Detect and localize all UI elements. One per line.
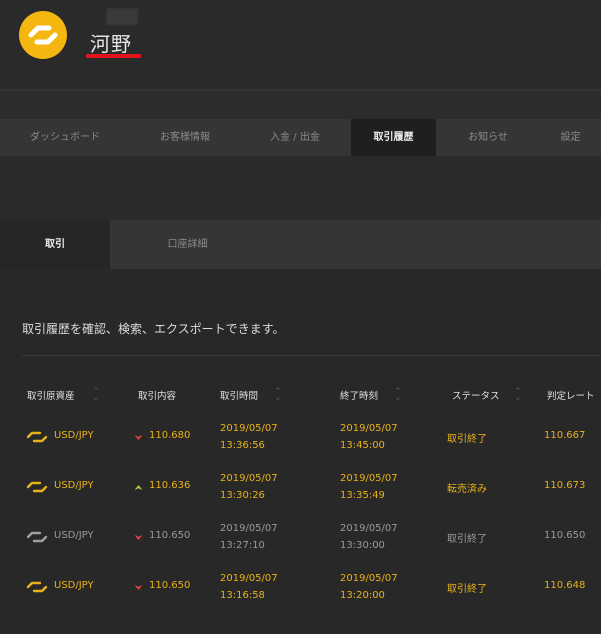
arrow-down-icon	[134, 585, 143, 590]
row-end-date: 2019/05/07	[340, 423, 398, 434]
user-name-underline	[86, 54, 141, 58]
row-trade-time: 2019/05/07 13:36:56	[220, 420, 278, 454]
currency-swap-icon	[26, 431, 48, 443]
row-trade-time: 2019/05/07 13:16:58	[220, 570, 278, 604]
tab-deposit-withdraw[interactable]: 入金 / 出金	[240, 119, 350, 156]
tab-customer-info[interactable]: お客様情報	[130, 119, 240, 156]
brand-logo-icon[interactable]	[19, 11, 67, 59]
row-end-time: 2019/05/07 13:30:00	[340, 520, 398, 554]
table-row[interactable]: USD/JPY 110.680 2019/05/07 13:36:56 2019/05/…	[0, 420, 601, 470]
sort-asset-icon[interactable]: ⌃ ⌄	[92, 388, 100, 403]
row-trade-clock: 13:30:26	[220, 490, 265, 501]
row-trade-date: 2019/05/07	[220, 423, 278, 434]
tab-settings[interactable]: 設定	[540, 119, 601, 156]
row-status: 取引終了	[447, 584, 487, 595]
content-divider	[22, 355, 601, 356]
col-header-asset[interactable]: 取引原資産	[27, 388, 75, 402]
currency-swap-icon	[26, 481, 48, 493]
row-trade-time: 2019/05/07 13:27:10	[220, 520, 278, 554]
table-row[interactable]: USD/JPY 110.650 2019/05/07 13:27:10 2019/05/…	[0, 520, 601, 570]
currency-swap-icon	[26, 531, 48, 543]
page-description: 取引履歴を確認、検索、エクスポートできます。	[22, 322, 285, 336]
arrow-up-icon	[134, 485, 143, 490]
row-asset: USD/JPY	[54, 480, 94, 491]
row-judge-rate: 110.673	[544, 480, 586, 491]
row-trade-clock: 13:27:10	[220, 540, 265, 551]
row-end-time: 2019/05/07 13:20:00	[340, 570, 398, 604]
col-header-trade-content: 取引内容	[138, 391, 177, 402]
row-judge-rate: 110.648	[544, 580, 586, 591]
row-status: 取引終了	[447, 434, 487, 445]
sub-nav: 取引 口座詳細	[0, 220, 601, 269]
row-judge-rate: 110.650	[544, 530, 586, 541]
row-end-date: 2019/05/07	[340, 573, 398, 584]
tab-dashboard[interactable]: ダッシュボード	[0, 119, 130, 156]
subtab-trades[interactable]: 取引	[0, 220, 110, 269]
arrow-down-icon	[134, 435, 143, 440]
row-trade-date: 2019/05/07	[220, 573, 278, 584]
row-status: 転売済み	[447, 484, 487, 495]
col-header-status[interactable]: ステータス	[452, 388, 500, 402]
header: 河野	[0, 0, 601, 88]
sort-status-icon[interactable]: ⌃ ⌄	[514, 388, 522, 403]
row-trade-date: 2019/05/07	[220, 473, 278, 484]
row-rate: 110.650	[149, 580, 191, 591]
col-header-trade-time[interactable]: 取引時間	[220, 388, 258, 402]
row-asset: USD/JPY	[54, 430, 94, 441]
row-trade-date: 2019/05/07	[220, 523, 278, 534]
sort-end-time-icon[interactable]: ⌃ ⌄	[394, 388, 402, 403]
row-end-clock: 13:20:00	[340, 590, 385, 601]
row-trade-time: 2019/05/07 13:30:26	[220, 470, 278, 504]
row-end-time: 2019/05/07 13:45:00	[340, 420, 398, 454]
row-asset: USD/JPY	[54, 580, 94, 591]
row-end-clock: 13:45:00	[340, 440, 385, 451]
header-divider	[0, 90, 601, 91]
main-nav: ダッシュボード お客様情報 入金 / 出金 取引履歴 お知らせ 設定	[0, 119, 601, 156]
tab-notices[interactable]: お知らせ	[436, 119, 540, 156]
row-end-clock: 13:35:49	[340, 490, 385, 501]
col-header-judge-rate: 判定レート	[547, 391, 595, 402]
row-rate: 110.636	[149, 480, 191, 491]
row-end-clock: 13:30:00	[340, 540, 385, 551]
row-end-time: 2019/05/07 13:35:49	[340, 470, 398, 504]
nav-band	[0, 156, 601, 220]
arrow-down-icon	[134, 535, 143, 540]
table-row[interactable]: USD/JPY 110.650 2019/05/07 13:16:58 2019/05/…	[0, 570, 601, 620]
row-judge-rate: 110.667	[544, 430, 586, 441]
subtab-account-details[interactable]: 口座詳細	[110, 220, 265, 269]
tab-trade-history[interactable]: 取引履歴	[351, 119, 436, 156]
currency-swap-icon	[26, 581, 48, 593]
row-trade-clock: 13:16:58	[220, 590, 265, 601]
row-trade-clock: 13:36:56	[220, 440, 265, 451]
row-status: 取引終了	[447, 534, 487, 545]
row-end-date: 2019/05/07	[340, 473, 398, 484]
user-name: 河野	[90, 32, 132, 56]
blurred-account-id	[106, 8, 138, 25]
sort-trade-time-icon[interactable]: ⌃ ⌄	[274, 388, 282, 403]
table-row[interactable]: USD/JPY 110.636 2019/05/07 13:30:26 2019/05/…	[0, 470, 601, 520]
row-rate: 110.680	[149, 430, 191, 441]
row-asset: USD/JPY	[54, 530, 94, 541]
row-rate: 110.650	[149, 530, 191, 541]
col-header-end-time[interactable]: 終了時刻	[340, 388, 378, 402]
row-end-date: 2019/05/07	[340, 523, 398, 534]
